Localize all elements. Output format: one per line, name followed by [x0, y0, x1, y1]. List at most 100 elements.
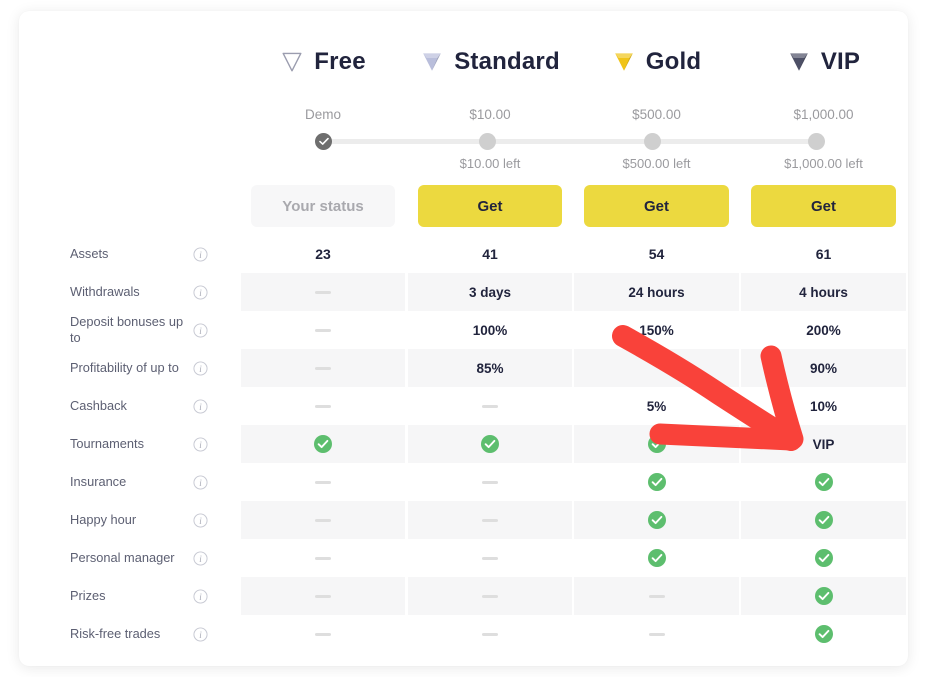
get-button-standard[interactable]: Get	[418, 185, 562, 227]
info-icon[interactable]: i	[191, 463, 209, 501]
button-cell-vip: Get	[741, 185, 906, 227]
cell-standard: 3 days	[408, 273, 572, 311]
row-label-tournaments: Tournaments	[70, 436, 144, 451]
cell-gold	[574, 615, 739, 653]
tier-left-standard: $10.00 left	[459, 155, 521, 171]
table-row: Withdrawals i 3 days 24 hours 4 hours	[19, 273, 908, 311]
cell-vip	[741, 539, 906, 577]
row-label-deposit-bonuses-up-to: Deposit bonuses up to	[70, 314, 184, 345]
dash-icon	[482, 404, 498, 408]
tier-price-vip: $1,000.00	[793, 106, 854, 122]
info-icon[interactable]: i	[191, 235, 209, 273]
get-button-vip[interactable]: Get	[751, 185, 896, 227]
cell-free	[241, 577, 405, 615]
svg-text:i: i	[199, 439, 202, 449]
button-cell-standard: Get	[408, 185, 572, 227]
slider-node-free[interactable]	[315, 133, 332, 150]
svg-text:i: i	[199, 629, 202, 639]
row-label-cashback: Cashback	[70, 398, 127, 413]
button-cell-free: Your status	[241, 185, 405, 227]
cell-vip	[741, 501, 906, 539]
cell-free	[241, 349, 405, 387]
cell-vip	[741, 463, 906, 501]
info-icon[interactable]: i	[191, 387, 209, 425]
tier-comparison-grid: Free Demo Your status Standard $10.00 $10.00 …	[19, 11, 908, 666]
cell-vip: 61	[815, 246, 832, 262]
dash-icon	[315, 404, 331, 408]
svg-text:i: i	[199, 249, 202, 259]
tier-name-label: VIP	[820, 48, 861, 75]
row-label-personal-manager: Personal manager	[70, 550, 175, 565]
dash-icon	[482, 594, 498, 598]
cell-vip: VIP	[741, 425, 906, 463]
slider-track	[329, 139, 811, 144]
tier-price-gold: $500.00	[632, 106, 681, 122]
table-row: Prizes i	[19, 577, 908, 615]
diamond-outline-icon	[280, 51, 304, 73]
cell-free	[241, 463, 405, 501]
cell-free	[241, 425, 405, 463]
cell-gold: 24 hours	[574, 273, 739, 311]
info-icon[interactable]: i	[191, 539, 209, 577]
tier-price-free: Demo	[304, 106, 341, 122]
table-row: Personal manager i	[19, 539, 908, 577]
cell-vip: 4 hours	[741, 273, 906, 311]
info-icon[interactable]: i	[191, 577, 209, 615]
slider-node-gold[interactable]	[644, 133, 661, 150]
svg-text:i: i	[199, 325, 202, 335]
cell-standard: 100%	[472, 322, 508, 338]
info-icon[interactable]: i	[191, 501, 209, 539]
svg-text:i: i	[199, 401, 202, 411]
info-icon[interactable]: i	[191, 311, 209, 349]
row-label-assets: Assets	[70, 246, 109, 261]
slider-node-vip[interactable]	[808, 133, 825, 150]
table-row: Cashback i 5% 10%	[19, 387, 908, 425]
cell-free	[241, 615, 405, 653]
cell-gold	[574, 501, 739, 539]
cell-standard	[408, 615, 572, 653]
dash-icon	[482, 518, 498, 522]
tier-header-gold: Gold	[574, 41, 739, 83]
info-icon[interactable]: i	[191, 273, 209, 311]
diamond-black-icon	[787, 51, 811, 73]
dash-icon	[315, 366, 331, 370]
row-label-profitability-of-up-to: Profitability of up to	[70, 360, 179, 375]
cell-free	[241, 387, 405, 425]
cell-gold	[574, 349, 739, 387]
cell-gold: 5%	[646, 398, 667, 414]
cell-standard	[408, 501, 572, 539]
tier-left-gold: $500.00 left	[622, 155, 691, 171]
dash-icon	[315, 480, 331, 484]
cell-standard	[408, 463, 572, 501]
your-status-button: Your status	[251, 185, 395, 227]
info-icon[interactable]: i	[191, 425, 209, 463]
tier-left-vip: $1,000.00 left	[784, 155, 863, 171]
svg-text:i: i	[199, 515, 202, 525]
svg-text:i: i	[199, 553, 202, 563]
dash-icon	[482, 480, 498, 484]
tier-name-label: Gold	[645, 48, 702, 75]
cell-standard	[408, 539, 572, 577]
cell-gold: 54	[648, 246, 665, 262]
button-cell-gold: Get	[574, 185, 739, 227]
table-row: Deposit bonuses up to i 100% 150% 200%	[19, 311, 908, 349]
cell-free: 23	[315, 246, 331, 262]
dash-icon	[315, 556, 331, 560]
row-label-insurance: Insurance	[70, 474, 127, 489]
dash-icon	[648, 632, 665, 636]
dash-icon	[482, 632, 498, 636]
get-button-gold[interactable]: Get	[584, 185, 729, 227]
row-label-withdrawals: Withdrawals	[70, 284, 140, 299]
cell-vip	[741, 615, 906, 653]
table-row: Profitability of up to i 85% 90%	[19, 349, 908, 387]
table-row: Insurance i	[19, 463, 908, 501]
dash-icon	[315, 594, 331, 598]
table-row: Tournaments i VIP	[19, 425, 908, 463]
slider-node-standard[interactable]	[479, 133, 496, 150]
info-icon[interactable]: i	[191, 349, 209, 387]
tier-progress-slider[interactable]	[315, 133, 825, 151]
cell-gold	[574, 425, 739, 463]
info-icon[interactable]: i	[191, 615, 209, 653]
cell-vip: 200%	[806, 322, 841, 338]
row-label-prizes: Prizes	[70, 588, 106, 603]
